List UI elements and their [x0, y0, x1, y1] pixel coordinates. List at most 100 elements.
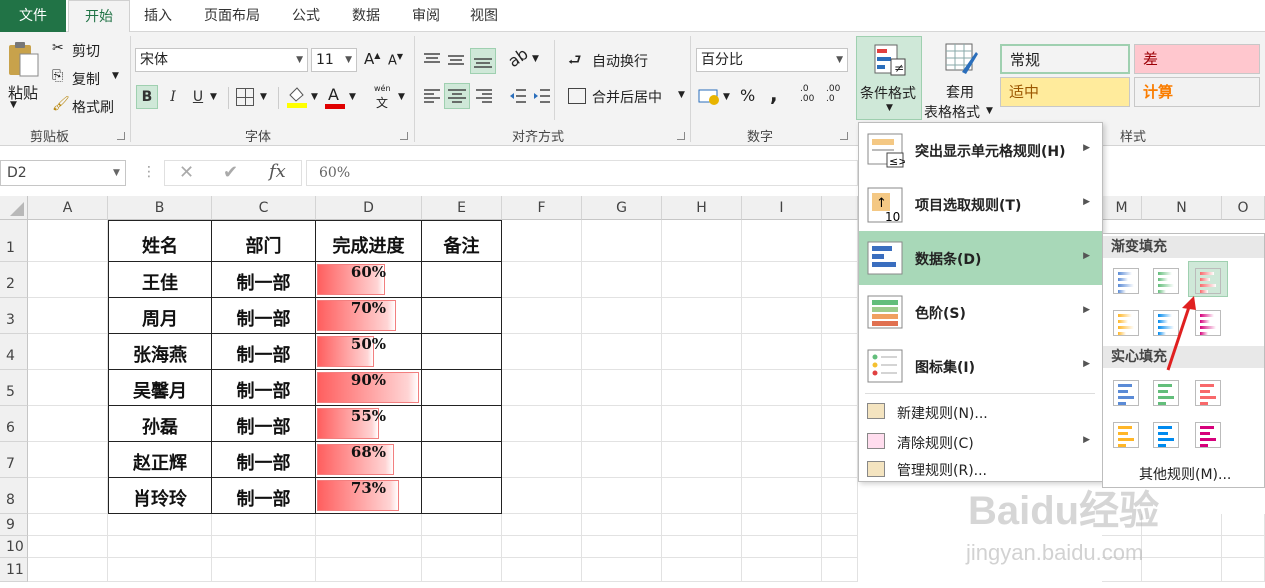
empty-cell[interactable] — [662, 220, 742, 262]
empty-cell[interactable] — [822, 220, 858, 262]
column-header-c[interactable]: C — [212, 196, 316, 220]
font-name-select[interactable]: 宋体 ▼ — [135, 48, 308, 72]
gradient-green-data-bar-swatch[interactable] — [1153, 268, 1179, 294]
empty-cell[interactable] — [28, 442, 108, 478]
empty-cell[interactable] — [742, 536, 822, 558]
empty-cell[interactable] — [742, 478, 822, 514]
number-launcher-icon[interactable] — [840, 132, 848, 140]
empty-cell[interactable] — [582, 262, 662, 298]
solid-blue-data-bar-swatch[interactable] — [1113, 380, 1139, 406]
empty-cell[interactable] — [822, 334, 858, 370]
empty-cell[interactable] — [1222, 558, 1265, 582]
solid-purple-data-bar-swatch[interactable] — [1195, 422, 1221, 448]
row-header-3[interactable]: 3 — [0, 298, 28, 334]
column-header-h[interactable]: H — [662, 196, 742, 220]
empty-cell[interactable] — [822, 536, 858, 558]
empty-cell[interactable] — [662, 536, 742, 558]
grow-font-button[interactable]: A▲ — [364, 50, 380, 68]
align-top-icon[interactable] — [422, 52, 442, 68]
fill-color-button[interactable] — [286, 85, 308, 109]
empty-cell[interactable] — [28, 334, 108, 370]
dept-cell[interactable]: 制一部 — [212, 478, 316, 514]
name-cell[interactable]: 周月 — [108, 298, 212, 334]
row-header-2[interactable]: 2 — [0, 262, 28, 298]
dept-cell[interactable]: 制一部 — [212, 406, 316, 442]
column-header-o[interactable]: O — [1222, 196, 1265, 220]
style-calculation[interactable]: 计算 — [1134, 77, 1260, 107]
border-dropdown-icon[interactable]: ▼ — [260, 92, 267, 102]
empty-cell[interactable] — [1222, 536, 1265, 558]
empty-cell[interactable] — [108, 558, 212, 582]
increase-decimal-button[interactable]: .0 .00 — [800, 84, 822, 104]
formula-input[interactable]: 60% — [306, 160, 858, 186]
empty-cell[interactable] — [28, 514, 108, 536]
header-cell-dept[interactable]: 部门 — [212, 220, 316, 262]
orientation-dropdown-icon[interactable]: ▼ — [532, 54, 539, 64]
align-bottom-icon[interactable] — [470, 48, 496, 74]
border-icon[interactable] — [236, 88, 254, 106]
notes-cell[interactable] — [422, 298, 502, 334]
font-launcher-icon[interactable] — [400, 132, 408, 140]
header-cell-name[interactable]: 姓名 — [108, 220, 212, 262]
menu-item-top-bottom-rules[interactable]: ↑ 10 项目选取规则(T) ▶ — [859, 177, 1102, 231]
alignment-launcher-icon[interactable] — [677, 132, 685, 140]
empty-cell[interactable] — [502, 298, 582, 334]
tab-insert[interactable]: 插入 — [132, 0, 184, 32]
column-header-d[interactable]: D — [316, 196, 422, 220]
bold-button[interactable]: B — [136, 85, 158, 109]
empty-cell[interactable] — [28, 558, 108, 582]
number-format-select[interactable]: 百分比 ▼ — [696, 48, 848, 72]
empty-cell[interactable] — [502, 406, 582, 442]
notes-cell[interactable] — [422, 442, 502, 478]
align-right-icon[interactable] — [474, 88, 494, 104]
empty-cell[interactable] — [742, 298, 822, 334]
empty-cell[interactable] — [502, 558, 582, 582]
row-header-9[interactable]: 9 — [0, 514, 28, 536]
empty-cell[interactable] — [28, 478, 108, 514]
column-header-f[interactable]: F — [502, 196, 582, 220]
percent-style-button[interactable]: % — [740, 86, 755, 105]
solid-orange-data-bar-swatch[interactable] — [1113, 422, 1139, 448]
empty-cell[interactable] — [502, 442, 582, 478]
empty-cell[interactable] — [582, 406, 662, 442]
row-header-4[interactable]: 4 — [0, 334, 28, 370]
empty-cell[interactable] — [662, 262, 742, 298]
conditional-formatting-button[interactable]: ≠ 条件格式 ▼ — [856, 36, 922, 120]
dept-cell[interactable]: 制一部 — [212, 442, 316, 478]
empty-cell[interactable] — [822, 406, 858, 442]
empty-cell[interactable] — [28, 406, 108, 442]
dept-cell[interactable]: 制一部 — [212, 334, 316, 370]
notes-cell[interactable] — [422, 406, 502, 442]
style-bad[interactable]: 差 — [1134, 44, 1260, 74]
empty-cell[interactable] — [662, 514, 742, 536]
empty-cell[interactable] — [28, 298, 108, 334]
dept-cell[interactable]: 制一部 — [212, 298, 316, 334]
tab-page-layout[interactable]: 页面布局 — [192, 0, 272, 32]
menu-item-icon-sets[interactable]: 图标集(I) ▶ — [859, 339, 1102, 393]
cancel-icon[interactable]: ✕ — [179, 162, 194, 183]
empty-cell[interactable] — [582, 442, 662, 478]
underline-dropdown-icon[interactable]: ▼ — [210, 92, 217, 102]
italic-button[interactable]: I — [163, 85, 183, 109]
empty-cell[interactable] — [582, 370, 662, 406]
empty-cell[interactable] — [662, 558, 742, 582]
gradient-blue-data-bar-swatch[interactable] — [1113, 268, 1139, 294]
column-header-b[interactable]: B — [108, 196, 212, 220]
phonetic-dropdown-icon[interactable]: ▼ — [398, 92, 405, 102]
empty-cell[interactable] — [822, 262, 858, 298]
shrink-font-button[interactable]: A▼ — [388, 52, 403, 68]
empty-cell[interactable] — [742, 370, 822, 406]
empty-cell[interactable] — [742, 220, 822, 262]
dept-cell[interactable]: 制一部 — [212, 262, 316, 298]
menu-item-data-bars[interactable]: 数据条(D) ▶ — [859, 231, 1102, 285]
align-center-icon[interactable] — [444, 83, 470, 109]
empty-cell[interactable] — [28, 370, 108, 406]
tab-formulas[interactable]: 公式 — [280, 0, 332, 32]
empty-cell[interactable] — [822, 514, 858, 536]
empty-cell[interactable] — [582, 558, 662, 582]
empty-cell[interactable] — [742, 558, 822, 582]
format-as-table-button[interactable]: 套用 表格格式 ▼ — [924, 36, 996, 121]
empty-cell[interactable] — [502, 370, 582, 406]
empty-cell[interactable] — [742, 334, 822, 370]
empty-cell[interactable] — [502, 514, 582, 536]
